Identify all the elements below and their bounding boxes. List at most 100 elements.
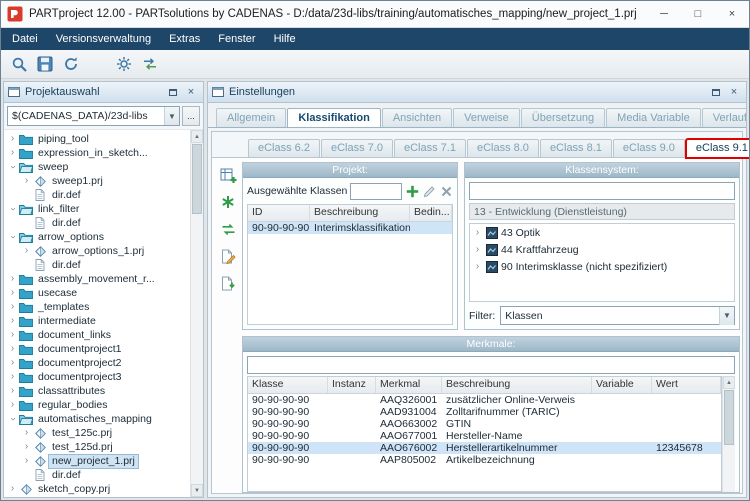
expander-icon[interactable]: › [8, 414, 18, 425]
column-header-wert[interactable]: Wert [652, 377, 721, 393]
expander-icon[interactable]: › [8, 204, 18, 215]
scroll-down-icon[interactable]: ▼ [191, 484, 203, 497]
expander-icon[interactable]: › [7, 330, 18, 340]
table-row[interactable]: 90-90-90-90AAQ326001zusätzlicher Online-… [248, 394, 721, 406]
tab-eclass-9-0[interactable]: eClass 9.0 [613, 139, 685, 157]
project-path-combobox[interactable]: $(CADENAS_DATA)/23d-libs ▼ [7, 106, 180, 126]
tree-item-dir-def[interactable]: dir.def [4, 216, 190, 230]
float-panel-button[interactable] [708, 85, 724, 100]
refresh-button[interactable] [59, 52, 83, 76]
edit-doc-button[interactable] [218, 246, 238, 266]
menu-item-hilfe[interactable]: Hilfe [265, 28, 305, 50]
filter-combobox[interactable]: Klassen ▼ [500, 306, 735, 325]
expander-icon[interactable]: › [7, 274, 18, 284]
expander-icon[interactable]: › [472, 262, 483, 272]
tree-item-assembly-movement-r-[interactable]: ›assembly_movement_r... [4, 272, 190, 286]
column-header-variable[interactable]: Variable [592, 377, 652, 393]
tab-media-variable[interactable]: Media Variable [606, 108, 701, 127]
tab-verlauf[interactable]: Verlauf [702, 108, 746, 127]
tree-item-automatisches-mapping[interactable]: ›automatisches_mapping [4, 412, 190, 426]
scroll-track[interactable] [191, 215, 203, 484]
expander-icon[interactable]: › [7, 316, 18, 326]
column-header-klasse[interactable]: Klasse [248, 377, 328, 393]
expander-icon[interactable]: › [7, 344, 18, 354]
tab-eclass-8-0[interactable]: eClass 8.0 [467, 139, 539, 157]
save-button[interactable] [33, 52, 57, 76]
tree-item-arrow-options-1-prj[interactable]: ›arrow_options_1.prj [4, 244, 190, 258]
tab-eclass-7-1[interactable]: eClass 7.1 [394, 139, 466, 157]
expander-icon[interactable]: › [8, 162, 18, 173]
new-class-button[interactable] [218, 192, 238, 212]
column-header-beschreibung[interactable]: Beschreibung [442, 377, 592, 393]
expander-icon[interactable]: › [7, 288, 18, 298]
tree-item-expression-in-sketch-[interactable]: ›expression_in_sketch... [4, 146, 190, 160]
expander-icon[interactable]: › [7, 358, 18, 368]
tree-item--templates[interactable]: ›_templates [4, 300, 190, 314]
tab-klassifikation[interactable]: Klassifikation [287, 108, 381, 128]
table-row[interactable]: 90-90-90-90AAP805002Artikelbezeichnung [248, 454, 721, 466]
table-row[interactable]: 90-90-90-90Interimsklassifikation ... [248, 222, 452, 234]
table-row[interactable]: 90-90-90-90AAO676002Herstellerartikelnum… [248, 442, 721, 454]
merkmale-scrollbar[interactable]: ▲ [722, 376, 735, 492]
scroll-up-icon[interactable]: ▲ [191, 130, 203, 143]
expander-icon[interactable]: › [21, 428, 32, 438]
auto-map-button[interactable] [218, 219, 238, 239]
tree-item-piping-tool[interactable]: ›piping_tool [4, 132, 190, 146]
class-search-input[interactable] [469, 182, 735, 200]
tree-item-test-125c-prj[interactable]: ›test_125c.prj [4, 426, 190, 440]
tree-item-sketch-copy-prj[interactable]: ›sketch_copy.prj [4, 482, 190, 496]
tree-item-intermediate[interactable]: ›intermediate [4, 314, 190, 328]
maximize-button[interactable]: □ [681, 1, 715, 27]
tab-eclass-9-1[interactable]: eClass 9.1 [686, 139, 750, 158]
tab-eclass-8-1[interactable]: eClass 8.1 [540, 139, 612, 157]
column-header-beschreibung[interactable]: Beschreibung [310, 205, 410, 221]
selected-classes-input[interactable] [350, 183, 402, 200]
chevron-down-icon[interactable]: ▼ [719, 307, 734, 325]
expander-icon[interactable]: › [7, 386, 18, 396]
tab-eclass-6-2[interactable]: eClass 6.2 [248, 139, 320, 157]
column-header-instanz[interactable]: Instanz [328, 377, 376, 393]
tree-item-dir-def[interactable]: dir.def [4, 258, 190, 272]
menu-item-datei[interactable]: Datei [3, 28, 47, 50]
tree-item-sweep[interactable]: ›sweep [4, 160, 190, 174]
close-panel-button[interactable]: × [183, 85, 199, 100]
scroll-track[interactable] [723, 446, 735, 492]
minimize-button[interactable]: ─ [647, 1, 681, 27]
expander-icon[interactable]: › [21, 176, 32, 186]
close-button[interactable]: × [715, 1, 749, 27]
close-panel-button[interactable]: × [726, 85, 742, 100]
expander-icon[interactable]: › [7, 372, 18, 382]
float-panel-button[interactable] [165, 85, 181, 100]
tree-item-new-project-1-prj[interactable]: ›new_project_1.prj [4, 454, 190, 468]
expander-icon[interactable]: › [8, 232, 18, 243]
expander-icon[interactable]: › [7, 148, 18, 158]
class-list-item-90-interimsklasse-nicht-spezifiziert-[interactable]: ›90 Interimsklasse (nicht spezifiziert) [470, 258, 734, 275]
tree-item-documentproject1[interactable]: ›documentproject1 [4, 342, 190, 356]
table-row[interactable]: 90-90-90-90AAO677001Hersteller-Name [248, 430, 721, 442]
import-doc-button[interactable] [218, 273, 238, 293]
scroll-thumb[interactable] [192, 144, 202, 214]
expander-icon[interactable]: › [21, 442, 32, 452]
remove-class-button[interactable] [439, 183, 453, 199]
column-header-id[interactable]: ID [248, 205, 310, 221]
mapping-button[interactable] [138, 52, 162, 76]
tab-verweise[interactable]: Verweise [453, 108, 520, 127]
add-class-button[interactable] [405, 183, 419, 199]
scroll-thumb[interactable] [724, 390, 734, 445]
column-header-merkmal[interactable]: Merkmal [376, 377, 442, 393]
tree-item-din-2395-1-prj[interactable]: ›din_2395-1.prj [4, 496, 190, 497]
attribute-search-input[interactable] [247, 356, 735, 374]
browse-button[interactable]: ... [182, 106, 200, 126]
tab-eclass-7-0[interactable]: eClass 7.0 [321, 139, 393, 157]
menu-item-versionsverwaltung[interactable]: Versionsverwaltung [47, 28, 160, 50]
class-list-item-43-optik[interactable]: ›43 Optik [470, 224, 734, 241]
tab--bersetzung[interactable]: Übersetzung [521, 108, 605, 127]
expander-icon[interactable]: › [7, 484, 18, 494]
expander-icon[interactable]: › [7, 400, 18, 410]
tree-item-regular-bodies[interactable]: ›regular_bodies [4, 398, 190, 412]
tree-item-documentproject3[interactable]: ›documentproject3 [4, 370, 190, 384]
expander-icon[interactable]: › [472, 228, 483, 238]
tab-allgemein[interactable]: Allgemein [216, 108, 286, 127]
tree-item-usecase[interactable]: ›usecase [4, 286, 190, 300]
expander-icon[interactable]: › [7, 134, 18, 144]
